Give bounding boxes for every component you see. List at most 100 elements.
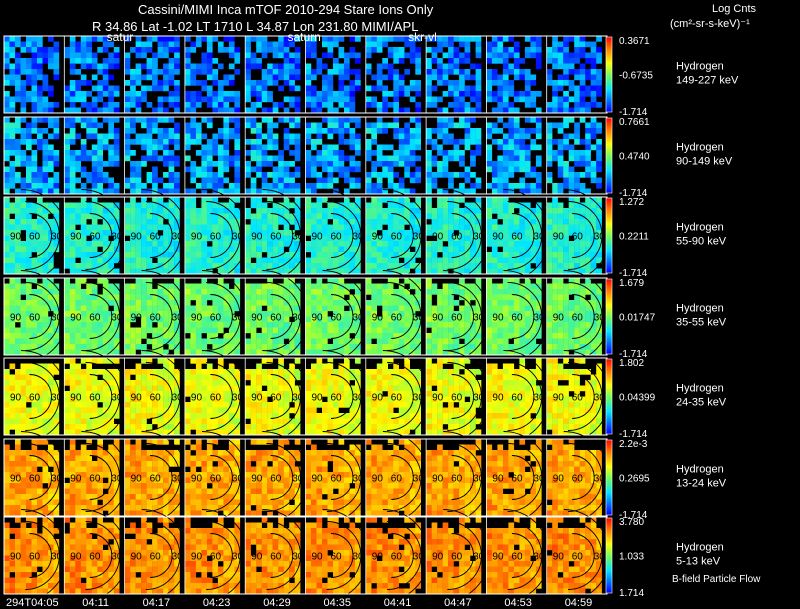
heatmap-pixel — [283, 74, 290, 81]
heatmap-pixel — [437, 69, 443, 75]
heatmap-pixel — [168, 183, 175, 189]
heatmap-pixel — [278, 161, 284, 167]
heatmap-pixel — [135, 224, 142, 231]
heatmap-pixel — [497, 102, 504, 108]
heatmap-pixel — [470, 139, 476, 145]
heatmap-pixel — [305, 311, 312, 317]
heatmap-pixel — [387, 213, 394, 220]
heatmap-pixel — [289, 58, 295, 64]
heatmap-pixel — [53, 188, 60, 195]
heatmap-pixel — [344, 283, 350, 290]
heatmap-pixel — [195, 208, 202, 214]
heatmap-pixel — [552, 63, 558, 70]
heatmap-pixel — [294, 139, 301, 145]
heatmap-pixel — [426, 58, 432, 64]
heatmap-pixel — [557, 327, 564, 334]
heatmap-pixel — [294, 188, 301, 195]
heatmap-pixel — [513, 166, 520, 173]
heatmap-pixel — [108, 85, 114, 92]
heatmap-pixel — [48, 155, 54, 162]
heatmap-pixel — [113, 85, 120, 92]
heatmap-pixel — [124, 289, 131, 295]
heatmap-pixel — [75, 188, 81, 195]
heatmap-pixel — [437, 144, 443, 151]
heatmap-pixel — [365, 327, 372, 334]
heatmap-pixel — [398, 107, 405, 114]
heatmap-pixel — [250, 246, 257, 253]
heatmap-pixel — [69, 58, 76, 64]
heatmap-pixel — [316, 139, 323, 145]
heatmap-pixel — [590, 69, 597, 75]
heatmap-pixel — [404, 344, 410, 350]
heatmap-pixel — [349, 219, 356, 225]
heatmap-pixel — [546, 177, 553, 184]
heatmap-pixel — [563, 74, 569, 81]
heatmap-pixel — [393, 289, 399, 295]
heatmap-pixel — [409, 96, 416, 103]
heatmap-pixel — [163, 311, 169, 317]
heatmap-pixel — [574, 300, 580, 306]
heatmap-pixel — [568, 177, 575, 184]
heatmap-pixel — [470, 183, 476, 189]
heatmap-pixel — [184, 246, 191, 253]
heatmap-pixel — [108, 219, 114, 225]
heatmap-pixel — [108, 344, 114, 350]
heatmap-pixel — [365, 128, 372, 134]
heatmap-pixel — [201, 85, 208, 92]
heatmap-pixel — [80, 80, 87, 86]
heatmap-pixel — [585, 241, 591, 247]
heatmap-pixel — [442, 283, 449, 290]
heatmap-pixel — [141, 52, 147, 59]
heatmap-pixel — [97, 300, 103, 306]
heatmap-pixel — [491, 263, 498, 269]
heatmap-pixel — [448, 80, 454, 86]
heatmap-pixel — [497, 128, 504, 134]
heatmap-pixel — [502, 263, 509, 269]
heatmap-pixel — [278, 338, 284, 345]
heatmap-pixel — [26, 300, 32, 306]
heatmap-pixel — [141, 183, 147, 189]
heatmap-pixel — [9, 246, 16, 253]
heatmap-pixel — [574, 36, 580, 42]
heatmap-pixel — [535, 268, 542, 275]
heatmap-pixel — [508, 63, 515, 70]
heatmap-pixel — [190, 246, 197, 253]
heatmap-pixel — [261, 161, 268, 167]
heatmap-pixel — [174, 278, 180, 284]
heatmap-pixel — [86, 305, 92, 312]
heatmap-pixel — [130, 300, 136, 306]
heatmap-pixel — [102, 344, 109, 350]
heatmap-pixel — [376, 102, 383, 108]
heatmap-pixel — [398, 224, 405, 231]
heatmap-pixel — [289, 177, 295, 184]
pitch-angle-label: 30 — [292, 232, 304, 243]
heatmap-pixel — [168, 102, 175, 108]
heatmap-pixel — [557, 161, 564, 167]
heatmap-pixel — [75, 69, 81, 75]
heatmap-pixel — [426, 63, 432, 70]
heatmap-pixel — [502, 289, 509, 295]
heatmap-pixel — [376, 327, 383, 334]
heatmap-pixel — [557, 80, 564, 86]
heatmap-pixel — [4, 224, 10, 231]
heatmap-pixel — [141, 252, 147, 258]
heatmap-pixel — [261, 177, 268, 184]
heatmap-pixel — [475, 80, 482, 86]
heatmap-pixel — [42, 224, 49, 231]
heatmap-pixel — [426, 208, 432, 214]
heatmap-pixel — [190, 172, 197, 178]
heatmap-pixel — [80, 300, 87, 306]
heatmap-pixel — [174, 36, 180, 42]
heatmap-pixel — [157, 197, 164, 203]
heatmap-pixel — [206, 252, 213, 258]
heatmap-pixel — [327, 252, 334, 258]
heatmap-pixel — [459, 246, 465, 253]
heatmap-pixel — [163, 316, 169, 323]
heatmap-pixel — [464, 208, 471, 214]
heatmap-pixel — [4, 374, 10, 381]
heatmap-pixel — [546, 252, 553, 258]
heatmap-pixel — [130, 47, 136, 53]
pitch-angle-label: 90 — [492, 313, 504, 324]
pitch-angle-label: 60 — [511, 232, 523, 243]
heatmap-pixel — [64, 139, 70, 145]
